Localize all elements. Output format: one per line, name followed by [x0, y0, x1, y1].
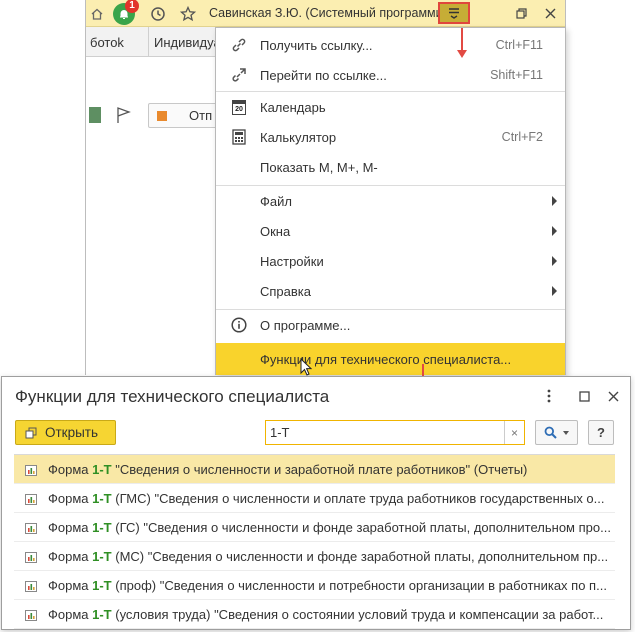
list-item[interactable]: Форма 1-Т (проф) "Сведения о численности…	[14, 571, 615, 600]
list-item-text: Форма 1-Т (условия труда) "Сведения о со…	[48, 606, 604, 622]
calculator-icon	[230, 128, 248, 146]
star-icon[interactable]	[177, 0, 199, 27]
calendar-icon: 20	[230, 98, 248, 116]
toolbar: Отп	[86, 100, 218, 130]
search-match: 1-Т	[92, 548, 112, 564]
more-icon[interactable]	[538, 385, 560, 407]
list-item-text: Форма 1-Т (МС) "Сведения о численности и…	[48, 548, 609, 564]
tab-label: Индивидуа	[154, 34, 218, 50]
search-icon	[544, 426, 557, 439]
menu-item-settings[interactable]: Настройки	[216, 246, 565, 276]
menu-item-goto-link[interactable]: Перейти по ссылке... Shift+F11	[216, 60, 565, 90]
history-icon[interactable]	[147, 0, 169, 27]
report-icon	[25, 493, 37, 505]
list-item-text: Форма 1-Т (проф) "Сведения о численности…	[48, 577, 607, 593]
bell-icon: 1	[113, 0, 139, 25]
menu-item-label: Настройки	[260, 253, 324, 269]
menu-item-windows[interactable]: Окна	[216, 216, 565, 246]
main-menu-dropdown: Получить ссылку... Ctrl+F11 Перейти по с…	[215, 27, 566, 375]
menu-item-file[interactable]: Файл	[216, 186, 565, 216]
open-button-label: Открыть	[45, 425, 99, 440]
clear-icon[interactable]: ×	[504, 421, 524, 444]
search-input[interactable]	[266, 421, 502, 444]
menu-item-about[interactable]: О программе...	[216, 310, 565, 340]
list-item-text: Форма 1-Т (ГМС) "Сведения о численности …	[48, 490, 605, 506]
menu-item-shortcut: Shift+F11	[490, 68, 543, 82]
close-icon[interactable]	[602, 385, 624, 407]
maximize-icon[interactable]	[573, 385, 595, 407]
search-field: ×	[265, 420, 525, 445]
close-icon[interactable]	[540, 0, 560, 27]
document-icon[interactable]	[89, 107, 101, 123]
submenu-arrow-icon	[552, 256, 557, 266]
help-button[interactable]: ?	[588, 420, 614, 445]
list-item[interactable]: Форма 1-Т "Сведения о численности и зара…	[14, 455, 615, 484]
list-item-text: Форма 1-Т (ГС) "Сведения о численности и…	[48, 519, 611, 535]
menu-item-help[interactable]: Справка	[216, 276, 565, 306]
link-icon	[230, 36, 248, 54]
menu-item-label: Показать М, М+, М-	[260, 159, 378, 175]
menu-item-get-link[interactable]: Получить ссылку... Ctrl+F11	[216, 30, 565, 60]
search-match: 1-Т	[92, 606, 112, 622]
submenu-arrow-icon	[552, 286, 557, 296]
notification-badge: 1	[125, 0, 139, 13]
goto-link-icon	[230, 66, 248, 84]
search-button[interactable]	[535, 420, 578, 445]
tab-1[interactable]: ботоk	[86, 27, 149, 57]
menu-item-label: О программе...	[260, 317, 351, 333]
restore-icon[interactable]	[511, 0, 531, 27]
menu-icon	[449, 8, 459, 19]
menu-item-calculator[interactable]: Калькулятор Ctrl+F2	[216, 122, 565, 152]
list-item[interactable]: Форма 1-Т (ГМС) "Сведения о численности …	[14, 484, 615, 513]
tech-functions-dialog: Функции для технического специалиста Отк…	[1, 376, 631, 630]
submenu-arrow-icon	[552, 226, 557, 236]
notifications-button[interactable]: 1	[111, 0, 139, 27]
search-match: 1-Т	[92, 577, 112, 593]
report-icon	[25, 609, 37, 621]
send-icon	[157, 110, 167, 121]
send-button-label: Отп	[189, 108, 213, 123]
calendar-day: 20	[232, 99, 246, 115]
menu-item-label: Файл	[260, 193, 292, 209]
menu-item-shortcut: Ctrl+F11	[495, 38, 543, 52]
list-item-text: Форма 1-Т "Сведения о численности и зара…	[48, 461, 528, 477]
menu-item-show-memory[interactable]: Показать М, М+, М-	[216, 152, 565, 182]
menu-item-label: Калькулятор	[260, 129, 337, 145]
report-icon	[25, 464, 37, 476]
menu-item-label: Перейти по ссылке...	[260, 67, 387, 83]
open-icon	[25, 427, 37, 439]
report-icon	[25, 551, 37, 563]
list-item[interactable]: Форма 1-Т (ГС) "Сведения о численности и…	[14, 513, 615, 542]
main-menu-button[interactable]	[438, 2, 470, 24]
results-list: Форма 1-Т "Сведения о численности и зара…	[14, 454, 615, 631]
title-bar: 1 Савинская З.Ю. (Системный программист)	[86, 0, 565, 27]
report-icon	[25, 522, 37, 534]
menu-item-label: Календарь	[260, 99, 326, 115]
search-match: 1-Т	[92, 490, 112, 506]
search-match: 1-Т	[92, 519, 112, 535]
send-button[interactable]: Отп	[148, 103, 218, 128]
info-icon	[230, 316, 248, 334]
tab-2[interactable]: Индивидуа	[150, 27, 218, 57]
menu-item-calendar[interactable]: 20 Календарь	[216, 92, 565, 122]
menu-item-label: Окна	[260, 223, 291, 239]
submenu-arrow-icon	[552, 196, 557, 206]
menu-item-label: Получить ссылку...	[260, 37, 373, 53]
list-item[interactable]: Форма 1-Т (МС) "Сведения о численности и…	[14, 542, 615, 571]
menu-item-label: Функции для технического специалиста...	[260, 351, 512, 367]
search-match: 1-Т	[92, 461, 112, 477]
chevron-down-icon	[563, 430, 569, 435]
tab-label: ботоk	[90, 34, 124, 50]
report-icon	[25, 580, 37, 592]
menu-item-label: Справка	[260, 283, 311, 299]
user-name: Савинская З.Ю. (Системный программист)	[209, 6, 459, 20]
dialog-title: Функции для технического специалиста	[15, 387, 330, 406]
menu-item-tech-functions[interactable]: Функции для технического специалиста...	[216, 343, 565, 375]
home-icon[interactable]	[88, 0, 106, 27]
menu-item-shortcut: Ctrl+F2	[501, 130, 543, 144]
list-item[interactable]: Форма 1-Т (условия труда) "Сведения о со…	[14, 600, 615, 629]
flag-icon[interactable]	[116, 106, 132, 127]
open-button[interactable]: Открыть	[15, 420, 116, 445]
